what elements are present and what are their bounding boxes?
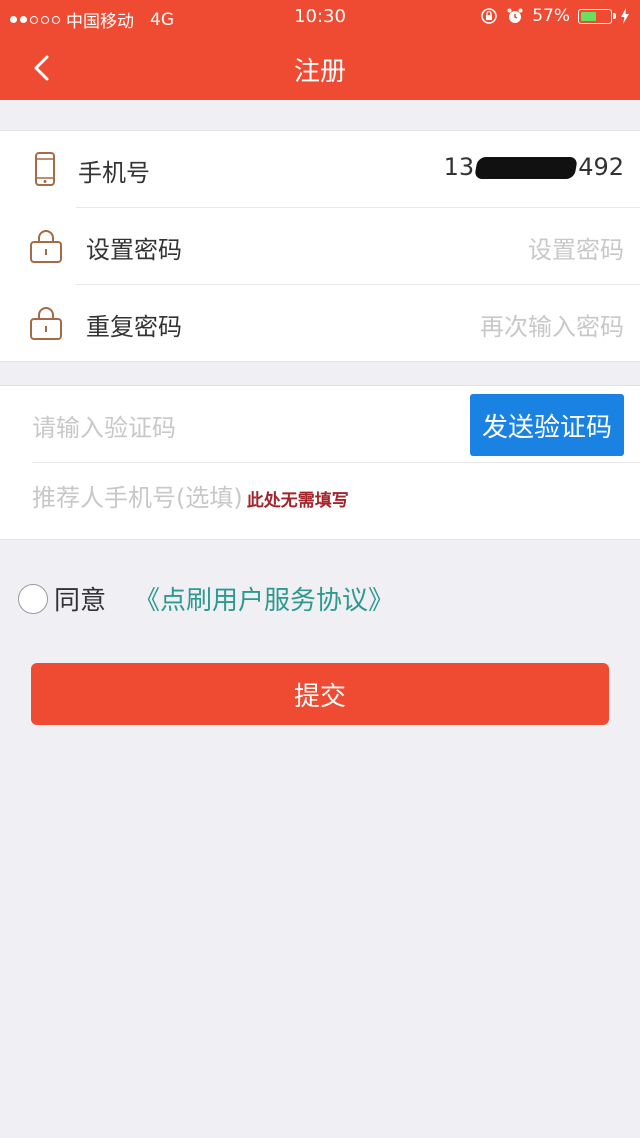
nav-bar: 注册 <box>0 34 640 100</box>
redaction-mark <box>474 157 579 179</box>
charging-icon <box>621 8 629 24</box>
password-row[interactable]: 设置密码 设置密码 <box>0 208 640 284</box>
page-title: 注册 <box>293 57 346 87</box>
battery-percent: 57% <box>532 6 570 26</box>
lock-icon <box>30 230 62 263</box>
agreement-row: 同意 《点刷用户服务协议》 <box>18 580 394 617</box>
referrer-note: 此处无需填写 <box>246 491 349 511</box>
orientation-lock-icon <box>481 8 497 24</box>
verification-code-input[interactable]: 请输入验证码 <box>32 408 176 443</box>
phone-value: 13 492 <box>444 153 624 181</box>
phone-icon <box>35 152 55 186</box>
status-right: 57% <box>480 6 630 26</box>
password-input[interactable]: 设置密码 <box>528 230 624 265</box>
phone-row[interactable]: 手机号 13 492 <box>0 131 640 207</box>
account-form-group: 手机号 13 492 设置密码 设置密码 重复密码 再次输入密码 <box>0 130 640 362</box>
referrer-phone-input[interactable]: 推荐人手机号(选填) 此处无需填写 <box>32 478 349 513</box>
battery-fill <box>581 11 596 21</box>
phone-value-prefix: 13 <box>443 153 475 181</box>
agreement-link[interactable]: 《点刷用户服务协议》 <box>134 580 394 617</box>
lock-icon <box>30 307 62 340</box>
phone-label: 手机号 <box>78 159 150 187</box>
send-code-button[interactable]: 发送验证码 <box>470 394 624 456</box>
phone-value-suffix: 492 <box>578 153 624 181</box>
repeat-password-label: 重复密码 <box>86 313 182 341</box>
status-bar: 中国移动 4G 10:30 57% <box>0 0 640 34</box>
repeat-password-row[interactable]: 重复密码 再次输入密码 <box>0 285 640 361</box>
alarm-icon <box>507 8 523 23</box>
referrer-placeholder: 推荐人手机号(选填) <box>32 484 243 512</box>
divider <box>32 462 640 463</box>
submit-button[interactable]: 提交 <box>31 663 609 725</box>
battery-icon <box>578 8 616 24</box>
repeat-password-input[interactable]: 再次输入密码 <box>480 307 624 342</box>
agree-label: 同意 <box>54 586 107 616</box>
agree-radio[interactable] <box>18 583 48 614</box>
password-label: 设置密码 <box>86 236 182 264</box>
verification-form-group: 请输入验证码 发送验证码 推荐人手机号(选填) 此处无需填写 <box>0 385 640 540</box>
